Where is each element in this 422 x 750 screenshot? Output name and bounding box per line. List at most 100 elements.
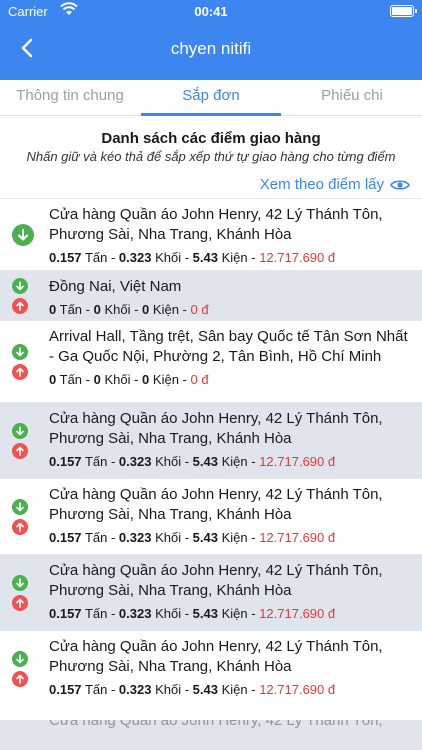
weight-unit: Tấn <box>59 302 83 317</box>
delivery-stats: 0.157 Tấn - 0.323 Khối - 5.43 Kiện - 12.… <box>49 530 336 545</box>
volume-value: 0 <box>93 372 101 387</box>
pickup-icon <box>12 224 34 246</box>
delivery-point-row[interactable]: Cửa hàng Quần áo John Henry, 42 Lý Thánh… <box>0 554 422 630</box>
partial-address: Cửa hàng Quần áo John Henry, 42 Lý Thánh… <box>49 720 383 729</box>
package-unit: Kiện <box>152 372 179 387</box>
package-value: 5.43 <box>192 682 218 697</box>
package-value: 5.43 <box>192 454 218 469</box>
delivery-point-content: Cửa hàng Quần áo John Henry, 42 Lý Thánh… <box>49 561 416 624</box>
cod-amount: 0 đ <box>190 302 209 317</box>
delivery-address: Arrival Hall, Tầng trệt, Sân bay Quốc tế… <box>49 328 408 365</box>
dropoff-icon <box>12 364 28 380</box>
volume-unit: Khối <box>104 302 131 317</box>
delivery-address: Cửa hàng Quần áo John Henry, 42 Lý Thánh… <box>49 638 383 675</box>
pickup-icon <box>12 344 28 360</box>
status-time: 00:41 <box>194 4 228 19</box>
package-unit: Kiện <box>221 606 248 621</box>
intro-section: Danh sách các điểm giao hàng Nhấn giữ và… <box>0 118 422 164</box>
cod-amount: 12.717.690 đ <box>259 454 336 469</box>
package-value: 5.43 <box>192 530 218 545</box>
delivery-point-content: Cửa hàng Quần áo John Henry, 42 Lý Thánh… <box>49 205 416 268</box>
list-subheading: Nhấn giữ và kéo thả để sắp xếp thứ tự gi… <box>26 149 396 164</box>
dropoff-icon <box>12 298 28 314</box>
dropoff-icon <box>12 443 28 459</box>
point-type-icons <box>12 344 28 380</box>
dropoff-icon <box>12 519 28 535</box>
weight-value: 0.157 <box>49 606 82 621</box>
package-value: 5.43 <box>192 250 218 265</box>
weight-unit: Tấn <box>59 372 83 387</box>
weight-value: 0 <box>49 302 57 317</box>
package-value: 5.43 <box>192 606 218 621</box>
pickup-icon <box>12 575 28 591</box>
delivery-address: Cửa hàng Quần áo John Henry, 42 Lý Thánh… <box>49 410 383 447</box>
delivery-point-row[interactable]: Cửa hàng Quần áo John Henry, 42 Lý Thánh… <box>0 478 422 554</box>
package-value: 0 <box>142 302 150 317</box>
view-by-pickup-button[interactable]: Xem theo điểm lấy <box>260 176 410 193</box>
delivery-stats: 0.157 Tấn - 0.323 Khối - 5.43 Kiện - 12.… <box>49 682 336 697</box>
delivery-stats: 0.157 Tấn - 0.323 Khối - 5.43 Kiện - 12.… <box>49 606 336 621</box>
tab-sort-orders[interactable]: Sắp đơn <box>141 80 281 116</box>
delivery-stats: 0.157 Tấn - 0.323 Khối - 5.43 Kiện - 12.… <box>49 250 336 265</box>
weight-value: 0.157 <box>49 682 82 697</box>
tab-general-info[interactable]: Thông tin chung <box>0 80 140 116</box>
battery-icon <box>390 5 417 17</box>
volume-value: 0 <box>93 302 101 317</box>
delivery-stats: 0 Tấn - 0 Khối - 0 Kiện - 0 đ <box>49 372 209 387</box>
delivery-address: Cửa hàng Quần áo John Henry, 42 Lý Thánh… <box>49 486 383 523</box>
list-item-partial[interactable]: Cửa hàng Quần áo John Henry, 42 Lý Thánh… <box>0 720 422 750</box>
cod-amount: 12.717.690 đ <box>259 606 336 621</box>
package-unit: Kiện <box>221 250 248 265</box>
page-title: chyen nitifi <box>170 39 252 58</box>
volume-value: 0.323 <box>118 530 152 545</box>
volume-unit: Khối <box>104 372 131 387</box>
status-bar: Carrier 00:41 <box>0 0 422 22</box>
delivery-address: Cửa hàng Quần áo John Henry, 42 Lý Thánh… <box>49 206 383 243</box>
delivery-address: Đồng Nai, Việt Nam <box>49 278 182 295</box>
delivery-point-content: Cửa hàng Quần áo John Henry, 42 Lý Thánh… <box>49 637 416 700</box>
package-unit: Kiện <box>221 682 248 697</box>
volume-unit: Khối <box>155 606 182 621</box>
delivery-point-row[interactable]: Đồng Nai, Việt Nam 0 Tấn - 0 Khối - 0 Ki… <box>0 270 422 320</box>
volume-unit: Khối <box>155 454 182 469</box>
delivery-address: Cửa hàng Quần áo John Henry, 42 Lý Thánh… <box>49 562 383 599</box>
tab-expense-voucher[interactable]: Phiếu chi <box>282 80 422 116</box>
pickup-icon <box>12 278 28 294</box>
cod-amount: 12.717.690 đ <box>259 682 336 697</box>
delivery-point-row[interactable]: Cửa hàng Quần áo John Henry, 42 Lý Thánh… <box>0 630 422 706</box>
cod-amount: 12.717.690 đ <box>259 250 336 265</box>
delivery-point-content: Arrival Hall, Tầng trệt, Sân bay Quốc tế… <box>49 327 416 390</box>
volume-unit: Khối <box>155 530 182 545</box>
delivery-point-row[interactable]: Arrival Hall, Tầng trệt, Sân bay Quốc tế… <box>0 320 422 402</box>
pickup-icon <box>12 499 28 515</box>
delivery-point-content: Đồng Nai, Việt Nam 0 Tấn - 0 Khối - 0 Ki… <box>49 277 416 320</box>
list-heading: Danh sách các điểm giao hàng <box>101 130 321 147</box>
delivery-point-row[interactable]: Cửa hàng Quần áo John Henry, 42 Lý Thánh… <box>0 198 422 270</box>
weight-value: 0 <box>49 372 57 387</box>
weight-value: 0.157 <box>49 530 82 545</box>
pickup-icon <box>12 423 28 439</box>
point-type-icons <box>12 575 28 611</box>
dropoff-icon <box>12 671 28 687</box>
volume-unit: Khối <box>155 250 182 265</box>
point-type-icons <box>12 651 28 687</box>
active-tab-indicator <box>141 113 281 116</box>
tab-bar: Thông tin chung Sắp đơn Phiếu chi <box>0 80 422 116</box>
app-header: Carrier 00:41 chyen nitifi <box>0 0 422 80</box>
volume-value: 0.323 <box>118 606 152 621</box>
weight-unit: Tấn <box>84 606 108 621</box>
volume-value: 0.323 <box>118 250 152 265</box>
delivery-point-content: Cửa hàng Quần áo John Henry, 42 Lý Thánh… <box>49 409 416 472</box>
point-type-icons <box>12 423 28 459</box>
delivery-stats: 0 Tấn - 0 Khối - 0 Kiện - 0 đ <box>49 302 209 317</box>
delivery-point-row[interactable]: Cửa hàng Quần áo John Henry, 42 Lý Thánh… <box>0 402 422 478</box>
point-type-icons <box>12 278 28 314</box>
weight-unit: Tấn <box>84 530 108 545</box>
volume-value: 0.323 <box>118 682 152 697</box>
weight-unit: Tấn <box>84 682 108 697</box>
point-type-icons <box>12 224 34 246</box>
package-unit: Kiện <box>152 302 179 317</box>
volume-unit: Khối <box>155 682 182 697</box>
volume-value: 0.323 <box>118 454 152 469</box>
eye-icon <box>390 179 410 190</box>
